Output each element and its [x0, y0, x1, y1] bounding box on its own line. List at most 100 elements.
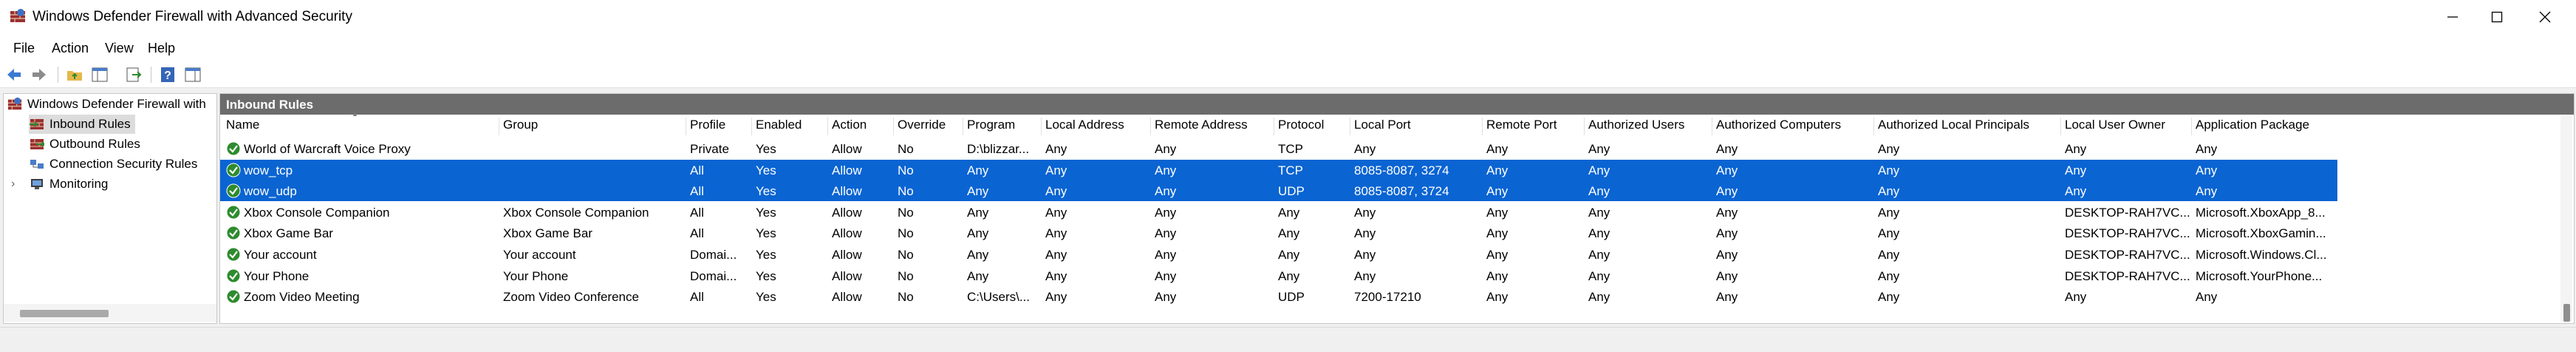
column-header-profile[interactable]: Profile	[690, 118, 725, 137]
cell-local-address: Any	[1045, 248, 1067, 262]
menu-file[interactable]: File	[13, 41, 35, 56]
table-row[interactable]: Your Phone Your Phone Domai... Yes Allow No An…	[220, 265, 2337, 286]
column-header-authorized-computers[interactable]: Authorized Computers	[1716, 118, 1841, 137]
close-button[interactable]	[2519, 0, 2571, 34]
cell-authorized-local-principals: Any	[1878, 290, 1900, 305]
cell-enabled: Yes	[756, 290, 776, 305]
tree-root[interactable]: Windows Defender Firewall with	[7, 95, 206, 114]
cell-protocol: Any	[1278, 248, 1300, 262]
pane-header-title: Inbound Rules	[226, 98, 314, 112]
cell-authorized-local-principals: Any	[1878, 163, 1900, 177]
cell-profile: All	[690, 184, 704, 199]
tree-item-monitoring[interactable]: › Monitoring	[11, 175, 108, 194]
menu-help[interactable]: Help	[148, 41, 175, 56]
cell-remote-address: Any	[1155, 142, 1177, 156]
column-divider[interactable]	[1873, 118, 1874, 135]
column-header-remote-address[interactable]: Remote Address	[1155, 118, 1248, 137]
tree-item-connection-security-rules[interactable]: Connection Security Rules	[29, 155, 197, 174]
cell-authorized-computers: Any	[1716, 163, 1738, 177]
cell-name: wow_udp	[244, 184, 297, 199]
export-list-icon	[126, 67, 142, 82]
up-one-level-button[interactable]	[65, 65, 84, 84]
forward-arrow-icon	[33, 69, 46, 81]
cell-program: D:\blizzar...	[967, 142, 1030, 156]
cell-program: Any	[967, 268, 989, 283]
cell-local-port: 8085-8087, 3724	[1354, 184, 1449, 199]
maximize-button[interactable]	[2471, 0, 2523, 34]
vertical-scrollbar-thumb[interactable]	[2563, 304, 2570, 322]
cell-override: No	[898, 205, 914, 220]
column-header-group[interactable]: Group	[503, 118, 538, 137]
column-header-authorized-users[interactable]: Authorized Users	[1588, 118, 1684, 137]
rule-enabled-check-icon	[226, 141, 241, 156]
cell-local-user-owner: Any	[2065, 142, 2087, 156]
forward-button[interactable]	[30, 65, 49, 84]
export-list-button[interactable]	[124, 65, 143, 84]
column-divider[interactable]	[1041, 118, 1042, 135]
cell-action: Allow	[832, 142, 862, 156]
column-header-name[interactable]: Name	[226, 118, 259, 137]
cell-authorized-computers: Any	[1716, 205, 1738, 220]
cell-authorized-computers: Any	[1716, 268, 1738, 283]
tree-scrollbar-thumb[interactable]	[20, 310, 109, 317]
column-header-application-package[interactable]: Application Package	[2196, 118, 2309, 137]
tree-horizontal-scrollbar[interactable]	[4, 304, 216, 322]
column-header-action[interactable]: Action	[832, 118, 867, 137]
cell-application-package: Any	[2196, 290, 2218, 305]
table-row[interactable]: World of Warcraft Voice Proxy Private Yes A…	[220, 138, 2337, 159]
column-header-remote-port[interactable]: Remote Port	[1486, 118, 1557, 137]
table-row[interactable]: Zoom Video Meeting Zoom Video Conference A…	[220, 286, 2337, 307]
column-header-protocol[interactable]: Protocol	[1278, 118, 1324, 137]
cell-local-address: Any	[1045, 290, 1067, 305]
cell-protocol: TCP	[1278, 163, 1303, 177]
rule-enabled-check-icon	[226, 247, 241, 262]
cell-profile: All	[690, 226, 704, 241]
column-header-enabled[interactable]: Enabled	[756, 118, 802, 137]
tree-item-outbound-rules[interactable]: Outbound Rules	[29, 135, 140, 154]
column-divider[interactable]	[751, 118, 752, 135]
cell-enabled: Yes	[756, 142, 776, 156]
cell-remote-port: Any	[1486, 226, 1509, 241]
cell-override: No	[898, 184, 914, 199]
column-header-program[interactable]: Program	[967, 118, 1015, 137]
column-divider[interactable]	[1150, 118, 1151, 135]
table-row[interactable]: wow_tcp All Yes Allow No Any Any Any TCP 8085-808…	[220, 159, 2337, 180]
show-hide-tree-button[interactable]	[90, 65, 109, 84]
column-header-override[interactable]: Override	[898, 118, 946, 137]
column-divider[interactable]	[2191, 118, 2192, 135]
column-divider[interactable]	[893, 118, 894, 135]
column-divider[interactable]	[827, 118, 828, 135]
tree-item-inbound-rules[interactable]: Inbound Rules	[29, 115, 135, 134]
column-header-local-user-owner[interactable]: Local User Owner	[2065, 118, 2165, 137]
column-divider[interactable]	[2060, 118, 2061, 135]
cell-enabled: Yes	[756, 268, 776, 283]
cell-profile: All	[690, 290, 704, 305]
outbound-rules-icon	[29, 137, 45, 152]
vertical-scrollbar[interactable]	[2560, 116, 2572, 322]
table-row[interactable]: Your account Your account Domai... Yes Allow…	[220, 244, 2337, 265]
firewall-app-icon	[7, 97, 23, 112]
menu-view[interactable]: View	[105, 41, 134, 56]
folder-up-icon	[67, 71, 82, 81]
help-button[interactable]: ?	[158, 65, 177, 84]
table-row[interactable]: Xbox Console Companion Xbox Console Compa…	[220, 202, 2337, 223]
cell-local-user-owner: Any	[2065, 163, 2087, 177]
help-icon: ?	[161, 67, 174, 82]
table-row[interactable]: Xbox Game Bar Xbox Game Bar All Yes Allow No A…	[220, 223, 2337, 243]
cell-name: wow_tcp	[244, 163, 293, 177]
column-header-local-address[interactable]: Local Address	[1045, 118, 1124, 137]
column-header-local-port[interactable]: Local Port	[1354, 118, 1411, 137]
column-header-authorized-local-principals[interactable]: Authorized Local Principals	[1878, 118, 2029, 137]
cell-action: Allow	[832, 226, 862, 241]
inbound-rules-icon	[29, 117, 45, 132]
menu-action[interactable]: Action	[52, 41, 89, 56]
cell-authorized-users: Any	[1588, 290, 1610, 305]
table-row[interactable]: wow_udp All Yes Allow No Any Any Any UDP 8085-808…	[220, 180, 2337, 202]
column-divider[interactable]	[1482, 118, 1483, 135]
properties-pane-button[interactable]	[183, 65, 202, 84]
column-divider[interactable]	[1584, 118, 1585, 135]
back-button[interactable]	[4, 65, 24, 84]
cell-authorized-local-principals: Any	[1878, 226, 1900, 241]
cell-remote-address: Any	[1155, 184, 1177, 199]
expand-chevron-icon[interactable]: ›	[11, 177, 24, 191]
